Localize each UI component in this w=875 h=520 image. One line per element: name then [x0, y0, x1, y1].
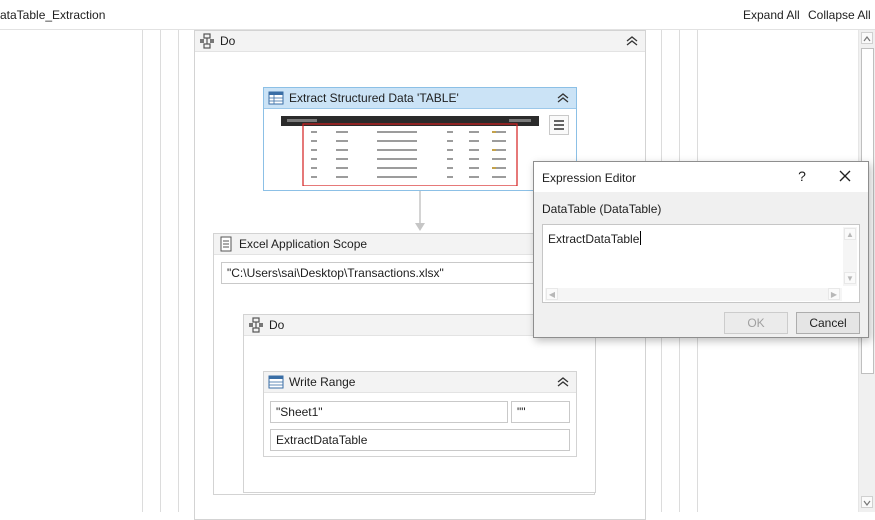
- expression-input[interactable]: ExtractDataTable ▲ ▼ ◀ ▶: [542, 224, 860, 303]
- text-caret: [640, 231, 642, 245]
- help-button[interactable]: ?: [794, 168, 810, 186]
- write-range-icon: [268, 375, 284, 389]
- designer-header: ataTable_Extraction Expand All Collapse …: [0, 0, 875, 30]
- write-range-title: Write Range: [289, 375, 356, 389]
- excel-scope-title: Excel Application Scope: [239, 237, 368, 251]
- outer-do-title: Do: [220, 34, 236, 48]
- scroll-down-icon: [863, 500, 871, 506]
- outer-do-header[interactable]: Do: [195, 31, 645, 52]
- expression-editor-dialog[interactable]: Expression Editor ? DataTable (DataTable…: [533, 161, 869, 338]
- activity-menu-button[interactable]: [549, 115, 569, 135]
- sequence-icon: [249, 317, 263, 333]
- dialog-title: Expression Editor: [542, 171, 637, 185]
- dialog-titlebar[interactable]: Expression Editor ?: [534, 162, 868, 192]
- editor-vertical-scrollbar[interactable]: ▲ ▼: [843, 227, 857, 286]
- extract-structured-data-activity[interactable]: Extract Structured Data 'TABLE': [263, 87, 577, 191]
- ok-button[interactable]: OK: [724, 312, 788, 334]
- table-preview-thumbnail: [281, 116, 539, 186]
- collapse-icon[interactable]: [556, 375, 570, 389]
- extract-data-icon: [268, 91, 284, 105]
- extract-activity-title: Extract Structured Data 'TABLE': [289, 91, 459, 105]
- editor-scroll-down-icon[interactable]: ▼: [844, 272, 856, 284]
- editor-scroll-right-icon[interactable]: ▶: [828, 288, 840, 300]
- datatable-field[interactable]: ExtractDataTable: [270, 429, 570, 451]
- guide-line: [142, 30, 143, 512]
- expression-type-label: DataTable (DataTable): [542, 202, 662, 216]
- extract-activity-header[interactable]: Extract Structured Data 'TABLE': [264, 88, 576, 109]
- write-range-header[interactable]: Write Range: [264, 372, 576, 393]
- inner-do-title: Do: [269, 318, 285, 332]
- close-icon[interactable]: [834, 167, 856, 187]
- editor-scroll-up-icon[interactable]: ▲: [844, 228, 856, 240]
- sequence-icon: [200, 33, 214, 49]
- scroll-down-button[interactable]: [861, 496, 873, 508]
- scroll-up-button[interactable]: [861, 32, 873, 44]
- editor-scroll-left-icon[interactable]: ◀: [546, 288, 558, 300]
- editor-horizontal-scrollbar[interactable]: ◀ ▶: [545, 288, 842, 301]
- collapse-all-link[interactable]: Collapse All: [808, 8, 871, 22]
- cancel-button[interactable]: Cancel: [796, 312, 860, 334]
- excel-scope-icon: [220, 236, 232, 252]
- range-field[interactable]: "": [511, 401, 570, 423]
- collapse-icon[interactable]: [625, 34, 639, 48]
- expand-all-link[interactable]: Expand All: [743, 8, 800, 22]
- write-range-activity[interactable]: Write Range "Sheet1" "" ExtractDataTable: [263, 371, 577, 457]
- flow-connector-arrow: [415, 191, 425, 231]
- guide-line: [160, 30, 161, 512]
- workflow-title: ataTable_Extraction: [0, 8, 106, 22]
- scroll-up-icon: [863, 36, 871, 42]
- expression-text: ExtractDataTable: [548, 232, 640, 246]
- collapse-icon[interactable]: [556, 91, 570, 105]
- guide-line: [178, 30, 179, 512]
- sheet-name-field[interactable]: "Sheet1": [270, 401, 508, 423]
- hamburger-menu-icon: [554, 120, 564, 130]
